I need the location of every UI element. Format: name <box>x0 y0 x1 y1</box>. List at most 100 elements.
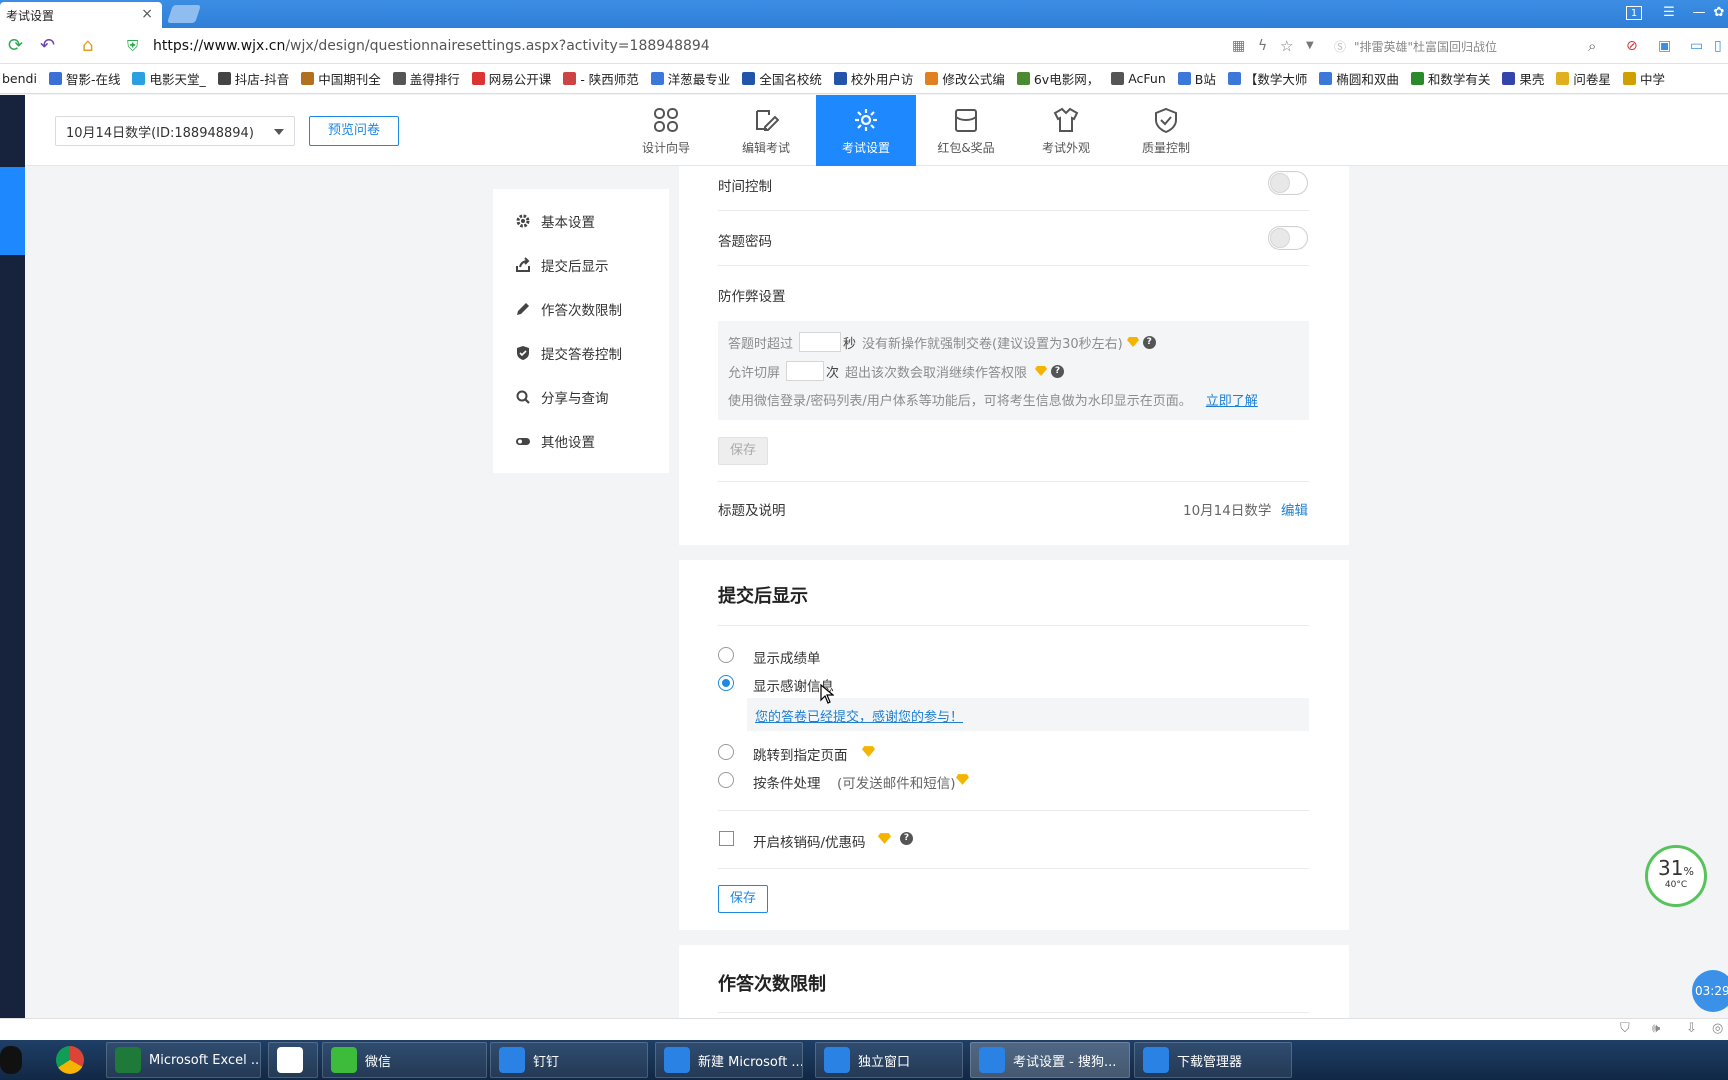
timeout-seconds-input[interactable] <box>799 332 842 352</box>
bookmark-item[interactable]: 洋葱最专业 <box>650 69 730 88</box>
answer-password-toggle[interactable] <box>1268 226 1308 250</box>
time-control-toggle[interactable] <box>1268 171 1308 195</box>
taskbar-button[interactable]: 下载管理器 <box>1134 1042 1292 1078</box>
lightning-icon[interactable]: ϟ <box>1258 35 1267 57</box>
tab-close-icon[interactable]: × <box>141 6 153 22</box>
radio-show-scorecard[interactable] <box>718 647 734 663</box>
refresh-icon[interactable]: ⟳ <box>8 35 23 57</box>
menu-item-after-submit[interactable]: 提交后显示 <box>515 255 609 275</box>
menu-icon[interactable]: ☰ <box>1660 5 1678 21</box>
app-icon <box>499 1047 525 1073</box>
bookmark-item[interactable]: 中学 <box>1622 69 1665 88</box>
bookmark-item[interactable]: 电影天堂_ <box>132 69 206 88</box>
chevron-down-icon[interactable]: ▼ <box>1306 35 1314 57</box>
download-icon[interactable]: ⇩ <box>1686 1021 1697 1036</box>
bookmark-item[interactable]: 中国期刊全 <box>301 69 381 88</box>
new-tab-button[interactable] <box>167 5 201 23</box>
switch-count-input[interactable] <box>786 361 825 381</box>
bookmark-label: 果壳 <box>1519 72 1545 87</box>
skin-icon[interactable]: ✿ <box>1710 5 1728 21</box>
undo-icon[interactable]: ↶ <box>40 35 55 57</box>
radio-redirect[interactable] <box>718 744 734 760</box>
taskbar-button[interactable]: 新建 Microsoft ... <box>655 1042 803 1078</box>
radio-conditional[interactable] <box>718 772 734 788</box>
bookmark-item[interactable]: 盖得排行 <box>392 69 460 88</box>
left-rail-active-item[interactable] <box>0 167 25 255</box>
volume-icon[interactable]: 🕪 <box>1652 1021 1660 1036</box>
settings-side-menu: 基本设置 提交后显示 作答次数限制 提交答卷控制 分享与查询 其他设置 <box>493 189 669 473</box>
survey-select[interactable]: 10月14日数学(ID:188948894) <box>55 116 295 146</box>
menu-item-submit-control[interactable]: 提交答卷控制 <box>515 343 622 363</box>
window-count-badge[interactable]: 1 <box>1626 6 1642 20</box>
tab-design-wizard[interactable]: 设计向导 <box>616 95 716 166</box>
bookmark-item[interactable]: B站 <box>1177 69 1216 88</box>
tab-exam-appearance[interactable]: 考试外观 <box>1016 95 1116 166</box>
menu-item-label: 提交后显示 <box>541 259 609 275</box>
performance-widget[interactable]: 31% 40°C <box>1645 845 1707 907</box>
bookmark-item[interactable]: 全国名校统 <box>742 69 822 88</box>
tab-quality-control[interactable]: 质量控制 <box>1116 95 1216 166</box>
status-shield-icon[interactable]: ⛉ <box>1620 1021 1630 1036</box>
bookmark-item[interactable]: 修改公式编 <box>925 69 1005 88</box>
coupon-label: 开启核销码/优惠码 <box>753 835 866 851</box>
tab-exam-settings[interactable]: 考试设置 <box>816 95 916 166</box>
browser-search-input[interactable]: Ⓢ "排雷英雄"杜富国回归战位 <box>1334 33 1604 59</box>
bookmark-item[interactable]: 抖店-抖音 <box>217 69 289 88</box>
help-icon[interactable]: ? <box>1051 364 1065 378</box>
menu-item-share-query[interactable]: 分享与查询 <box>515 387 609 407</box>
bookmark-item[interactable]: 6v电影网， <box>1016 69 1099 88</box>
tab-red-packet[interactable]: 红包&奖品 <box>916 95 1016 166</box>
bookmark-item[interactable]: 智影-在线 <box>48 69 120 88</box>
title-edit-link[interactable]: 编辑 <box>1281 499 1308 519</box>
taskbar-button[interactable]: 微信 <box>322 1042 487 1078</box>
taskbar-button[interactable]: 独立窗口 <box>815 1042 963 1078</box>
bookmark-item[interactable]: 果壳 <box>1502 69 1544 88</box>
taskbar-button[interactable]: Microsoft Excel ... <box>106 1042 261 1078</box>
screenshot-icon[interactable]: ▭ <box>1690 35 1703 57</box>
menu-item-basic[interactable]: 基本设置 <box>515 211 595 231</box>
menu-item-attempt-limit[interactable]: 作答次数限制 <box>515 299 622 319</box>
gift-icon <box>955 109 977 132</box>
bookmark-item[interactable]: 和数学有关 <box>1410 69 1490 88</box>
windows-taskbar: Microsoft Excel ... 微信 钉钉 新建 Microsoft ... 独… <box>0 1040 1728 1080</box>
bookmark-item[interactable]: 问卷星 <box>1556 69 1611 88</box>
perf-temp: 40°C <box>1664 880 1688 890</box>
help-icon[interactable]: ? <box>1142 335 1156 349</box>
after-submit-save-button[interactable]: 保存 <box>718 885 768 913</box>
bookmark-item[interactable]: 【数学大师 <box>1227 69 1307 88</box>
taskbar-label: 考试设置 - 搜狗... <box>1013 1054 1117 1070</box>
coupon-checkbox[interactable] <box>719 831 734 846</box>
taskbar-button[interactable] <box>268 1042 318 1078</box>
minimize-icon[interactable]: — <box>1690 5 1708 21</box>
browser-tab-active[interactable]: 考试设置 × <box>0 2 162 28</box>
clock-widget[interactable]: 03:29 <box>1692 970 1728 1012</box>
radio-show-thanks[interactable] <box>718 675 734 691</box>
bookmark-item[interactable]: 网易公开课 <box>471 69 551 88</box>
chrome-icon[interactable] <box>56 1046 84 1074</box>
bookmark-item[interactable]: AcFun <box>1111 71 1166 86</box>
menu-item-other[interactable]: 其他设置 <box>515 431 595 451</box>
bookmark-item[interactable]: 校外用户访 <box>833 69 913 88</box>
learn-more-link[interactable]: 立即了解 <box>1206 390 1258 409</box>
search-icon[interactable]: ⌕ <box>1588 35 1596 57</box>
address-bar[interactable]: https://www.wjx.cn/wjx/design/questionna… <box>153 33 1363 59</box>
adblock-icon[interactable]: ⊘ <box>1626 35 1638 57</box>
preview-button[interactable]: 预览问卷 <box>309 116 399 146</box>
bookmark-icon <box>650 72 664 85</box>
taskbar-button[interactable]: 钉钉 <box>490 1042 648 1078</box>
help-icon[interactable]: ? <box>900 832 913 845</box>
home-icon[interactable]: ⌂ <box>82 35 93 57</box>
star-icon[interactable]: ☆ <box>1280 35 1293 57</box>
settings-icon[interactable]: ◎ <box>1712 1021 1723 1036</box>
bookmark-item[interactable]: bendi <box>2 71 37 86</box>
bookmark-item[interactable]: - 陕西师范 <box>563 69 639 88</box>
qq-icon[interactable] <box>0 1046 22 1074</box>
tab-edit-exam[interactable]: 编辑考试 <box>716 95 816 166</box>
qr-icon[interactable]: ▦ <box>1232 35 1245 57</box>
bookmark-item[interactable]: 椭圆和双曲 <box>1319 69 1399 88</box>
anticheat-save-button[interactable]: 保存 <box>718 437 768 465</box>
taskbar-button[interactable]: 考试设置 - 搜狗... <box>970 1042 1130 1078</box>
translate-icon[interactable]: ▣ <box>1658 35 1671 57</box>
more-icon[interactable]: ▯ <box>1714 35 1722 57</box>
thanks-message-link[interactable]: 您的答卷已经提交，感谢您的参与！ <box>755 706 963 725</box>
